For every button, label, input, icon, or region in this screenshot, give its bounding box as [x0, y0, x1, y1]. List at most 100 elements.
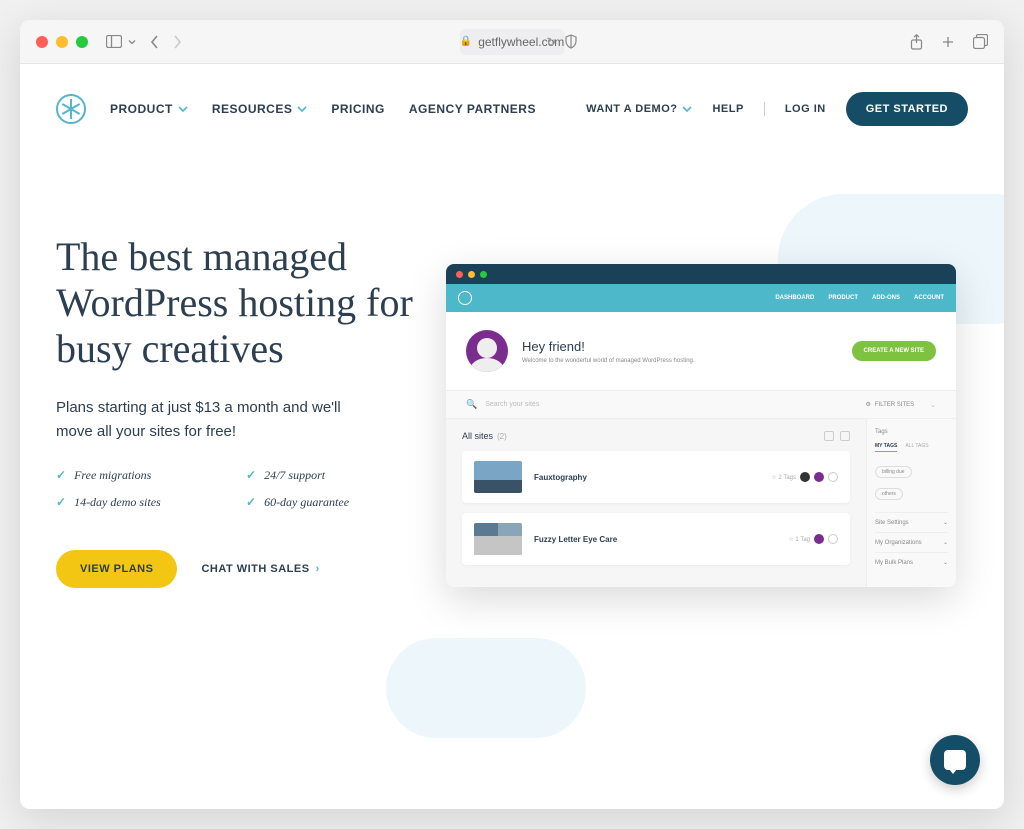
welcome-sub: Welcome to the wonderful world of manage…	[522, 358, 695, 364]
nav-help[interactable]: HELP	[712, 103, 743, 115]
collaborator-dot	[800, 472, 810, 482]
tag-pill: others	[875, 488, 903, 500]
nav-product-label: PRODUCT	[110, 102, 173, 116]
close-window-button[interactable]	[36, 36, 48, 48]
view-plans-button[interactable]: VIEW PLANS	[56, 550, 177, 588]
chevron-down-icon	[682, 106, 692, 112]
tags-label: Tags	[875, 429, 948, 435]
forward-button[interactable]	[173, 35, 182, 49]
nav-resources[interactable]: RESOURCES	[212, 102, 308, 116]
hero-content: The best managed WordPress hosting for b…	[56, 204, 416, 588]
collaborator-dot	[814, 472, 824, 482]
nav-resources-label: RESOURCES	[212, 102, 293, 116]
dashboard-preview: DASHBOARD PRODUCT ADD-ONS ACCOUNT Hey fr…	[446, 264, 956, 587]
hero-section: The best managed WordPress hosting for b…	[20, 154, 1004, 588]
feature-demo-sites: ✓14-day demo sites	[56, 495, 226, 510]
dash-nav-account: ACCOUNT	[914, 295, 944, 301]
dash-min-dot	[468, 271, 475, 278]
chat-widget-button[interactable]	[930, 735, 980, 785]
sidebar-site-settings: Site Settings⌄	[875, 512, 948, 532]
site-meta: ☆ 1 Tag	[788, 534, 838, 544]
filter-sites: ⚙ FILTER SITES	[866, 401, 915, 408]
dashboard-search-bar: 🔍 Search your sites ⚙ FILTER SITES ⌄	[446, 390, 956, 419]
lock-icon: 🔒	[460, 36, 472, 47]
sidebar-toggle-icon[interactable]	[106, 35, 122, 48]
add-collaborator-icon	[828, 472, 838, 482]
all-sites-header: All sites (2)	[462, 431, 850, 441]
dash-nav-addons: ADD-ONS	[872, 295, 900, 301]
view-toggles	[824, 431, 850, 441]
chevron-right-icon: ›	[316, 563, 320, 575]
privacy-shield-icon[interactable]	[564, 34, 578, 49]
primary-nav: PRODUCT RESOURCES PRICING AGENCY PARTNER…	[110, 102, 536, 116]
chevron-down-icon[interactable]	[128, 38, 136, 46]
maximize-window-button[interactable]	[76, 36, 88, 48]
browser-chrome: 🔒 getflywheel.com ↻	[20, 20, 1004, 64]
url-bar[interactable]: 🔒 getflywheel.com ↻	[460, 29, 565, 55]
tab-all-tags: ALL TAGS	[905, 443, 928, 452]
want-demo-label: WANT A DEMO?	[586, 103, 677, 115]
header-right: WANT A DEMO? HELP LOG IN GET STARTED	[586, 92, 968, 126]
dashboard-titlebar	[446, 264, 956, 284]
create-site-button: CREATE A NEW SITE	[852, 341, 936, 361]
nav-pricing-label: PRICING	[331, 102, 385, 116]
sidebar-bulk-plans: My Bulk Plans⌄	[875, 552, 948, 572]
search-icon: 🔍	[466, 399, 477, 410]
cloud-decoration	[386, 638, 586, 738]
nav-agency-label: AGENCY PARTNERS	[409, 102, 536, 116]
minimize-window-button[interactable]	[56, 36, 68, 48]
nav-pricing[interactable]: PRICING	[331, 102, 385, 116]
nav-product[interactable]: PRODUCT	[110, 102, 188, 116]
all-sites-label: All sites	[462, 431, 493, 441]
feature-guarantee: ✓60-day guarantee	[246, 495, 416, 510]
hero-subtitle: Plans starting at just $13 a month and w…	[56, 396, 376, 444]
nav-agency-partners[interactable]: AGENCY PARTNERS	[409, 102, 536, 116]
page-content: PRODUCT RESOURCES PRICING AGENCY PARTNER…	[20, 64, 1004, 809]
tab-my-tags: MY TAGS	[875, 443, 897, 452]
site-card: Fuzzy Letter Eye Care ☆ 1 Tag	[462, 513, 850, 565]
site-header: PRODUCT RESOURCES PRICING AGENCY PARTNER…	[20, 64, 1004, 154]
dash-max-dot	[480, 271, 487, 278]
divider	[764, 102, 765, 116]
site-thumbnail	[474, 523, 522, 555]
sidebar-organizations: My Organizations⌄	[875, 532, 948, 552]
cta-row: VIEW PLANS CHAT WITH SALES ›	[56, 550, 416, 588]
dashboard-sidebar: Tags MY TAGS ALL TAGS billing due others…	[866, 419, 956, 587]
feature-migrations: ✓Free migrations	[56, 468, 226, 483]
dashboard-welcome: Hey friend! Welcome to the wonderful wor…	[446, 312, 956, 390]
want-demo[interactable]: WANT A DEMO?	[586, 103, 692, 115]
flywheel-logo[interactable]	[56, 94, 86, 124]
chat-sales-link[interactable]: CHAT WITH SALES ›	[201, 563, 319, 575]
site-name: Fauxtography	[534, 473, 759, 482]
collapse-icon: ⌄	[930, 401, 936, 409]
chat-sales-label: CHAT WITH SALES	[201, 563, 309, 575]
nav-help-label: HELP	[712, 103, 743, 115]
back-button[interactable]	[150, 35, 159, 49]
site-name: Fuzzy Letter Eye Care	[534, 535, 776, 544]
feature-list: ✓Free migrations ✓24/7 support ✓14-day d…	[56, 468, 416, 510]
site-meta: ☆ 2 Tags	[771, 472, 838, 482]
user-avatar	[466, 330, 508, 372]
chevron-down-icon	[297, 106, 307, 112]
nav-login[interactable]: LOG IN	[785, 103, 826, 115]
dashboard-logo	[458, 291, 472, 305]
hero-title: The best managed WordPress hosting for b…	[56, 234, 416, 372]
dashboard-body: All sites (2) Fauxtography	[446, 419, 956, 587]
grid-view-icon	[840, 431, 850, 441]
add-collaborator-icon	[828, 534, 838, 544]
all-sites-count: (2)	[497, 432, 507, 441]
dashboard-header: DASHBOARD PRODUCT ADD-ONS ACCOUNT	[446, 284, 956, 312]
new-tab-icon[interactable]	[941, 34, 955, 50]
search-placeholder: Search your sites	[485, 401, 857, 408]
refresh-icon[interactable]: ↻	[546, 35, 556, 49]
tag-pills: billing due others	[875, 460, 948, 504]
check-icon: ✓	[246, 468, 256, 483]
share-icon[interactable]	[910, 34, 923, 50]
site-thumbnail	[474, 461, 522, 493]
feature-support: ✓24/7 support	[246, 468, 416, 483]
check-icon: ✓	[246, 495, 256, 510]
get-started-button[interactable]: GET STARTED	[846, 92, 968, 126]
check-icon: ✓	[56, 468, 66, 483]
tabs-icon[interactable]	[973, 34, 988, 50]
site-card: Fauxtography ☆ 2 Tags	[462, 451, 850, 503]
